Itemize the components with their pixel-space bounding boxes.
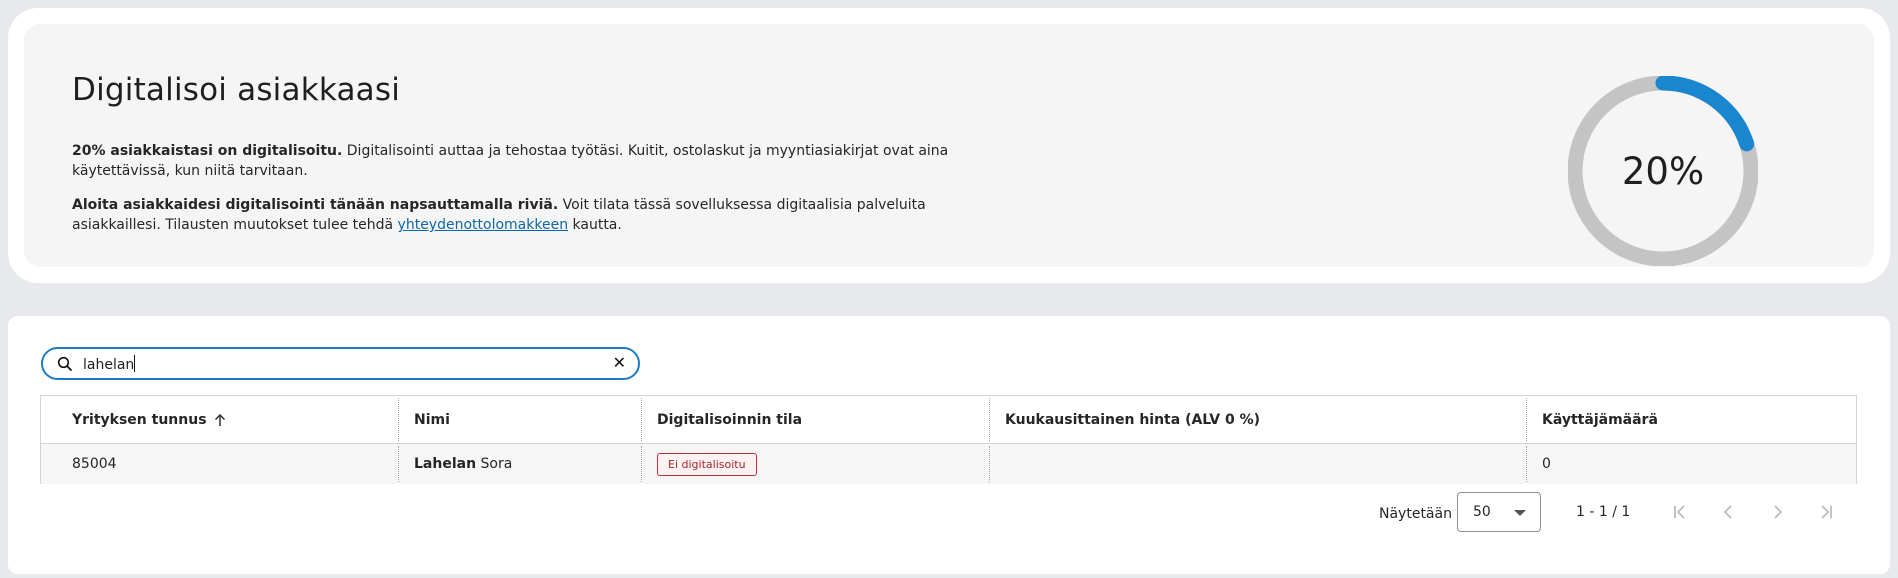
chevron-down-icon [1514,510,1526,516]
column-separator[interactable] [1526,398,1527,441]
column-separator[interactable] [989,398,990,441]
column-header-name[interactable]: Nimi [414,396,450,443]
cell-status: Ei digitalisoitu [657,444,757,484]
digitalize-card: Digitalisoi asiakkaasi 20% asiakkaistasi… [8,8,1890,283]
column-separator[interactable] [641,398,642,441]
column-separator [989,446,990,482]
contact-form-link[interactable]: yhteydenottolomakkeen [398,217,569,233]
digitalize-banner: Digitalisoi asiakkaasi 20% asiakkaistasi… [24,24,1874,267]
first-page-icon[interactable] [1671,502,1691,522]
page-range: 1 - 1 / 1 [1576,504,1631,520]
cell-business-id: 85004 [72,456,117,472]
search-match: Lahelan [414,456,477,472]
digitalized-summary: 20% asiakkaistasi on digitalisoitu. Digi… [72,143,949,179]
column-separator[interactable] [398,398,399,441]
cell-name: Lahelan Sora [414,456,513,472]
close-icon[interactable]: ✕ [613,353,626,373]
digitalize-instructions: Aloita asiakkaidesi digitalisointi tänää… [72,197,926,233]
prev-page-icon[interactable] [1719,502,1739,522]
table-row[interactable]: 85004 Lahelan Sora Ei digitalisoitu 0 [41,444,1856,484]
page-size-label: Näytetään [1379,506,1452,522]
column-header-price[interactable]: Kuukausittainen hinta (ALV 0 %) [1005,396,1260,443]
progress-donut: 20% [1567,75,1759,267]
page-title: Digitalisoi asiakkaasi [72,72,401,108]
last-page-icon[interactable] [1815,502,1835,522]
next-page-icon[interactable] [1767,502,1787,522]
column-separator [641,446,642,482]
progress-percent: 20% [1621,149,1705,193]
text-caret [134,355,136,372]
search-input[interactable]: lahelan ✕ [41,347,640,380]
customers-card: lahelan ✕ Yrityksen tunnus Nimi Digitali… [8,316,1890,574]
page-size-value: 50 [1473,504,1491,520]
column-header-business-id[interactable]: Yrityksen tunnus [72,396,227,443]
cell-users: 0 [1542,456,1551,472]
customers-table: Yrityksen tunnus Nimi Digitalisoinnin ti… [40,395,1857,484]
search-icon [57,356,72,371]
column-header-status[interactable]: Digitalisoinnin tila [657,396,802,443]
column-separator [1526,446,1527,482]
status-badge: Ei digitalisoitu [657,452,757,476]
arrow-up-icon [214,413,225,426]
page-size-select[interactable]: 50 [1457,492,1541,532]
column-header-users[interactable]: Käyttäjämäärä [1542,396,1658,443]
column-separator [398,446,399,482]
search-value[interactable]: lahelan [83,355,136,373]
table-header: Yrityksen tunnus Nimi Digitalisoinnin ti… [41,396,1856,444]
